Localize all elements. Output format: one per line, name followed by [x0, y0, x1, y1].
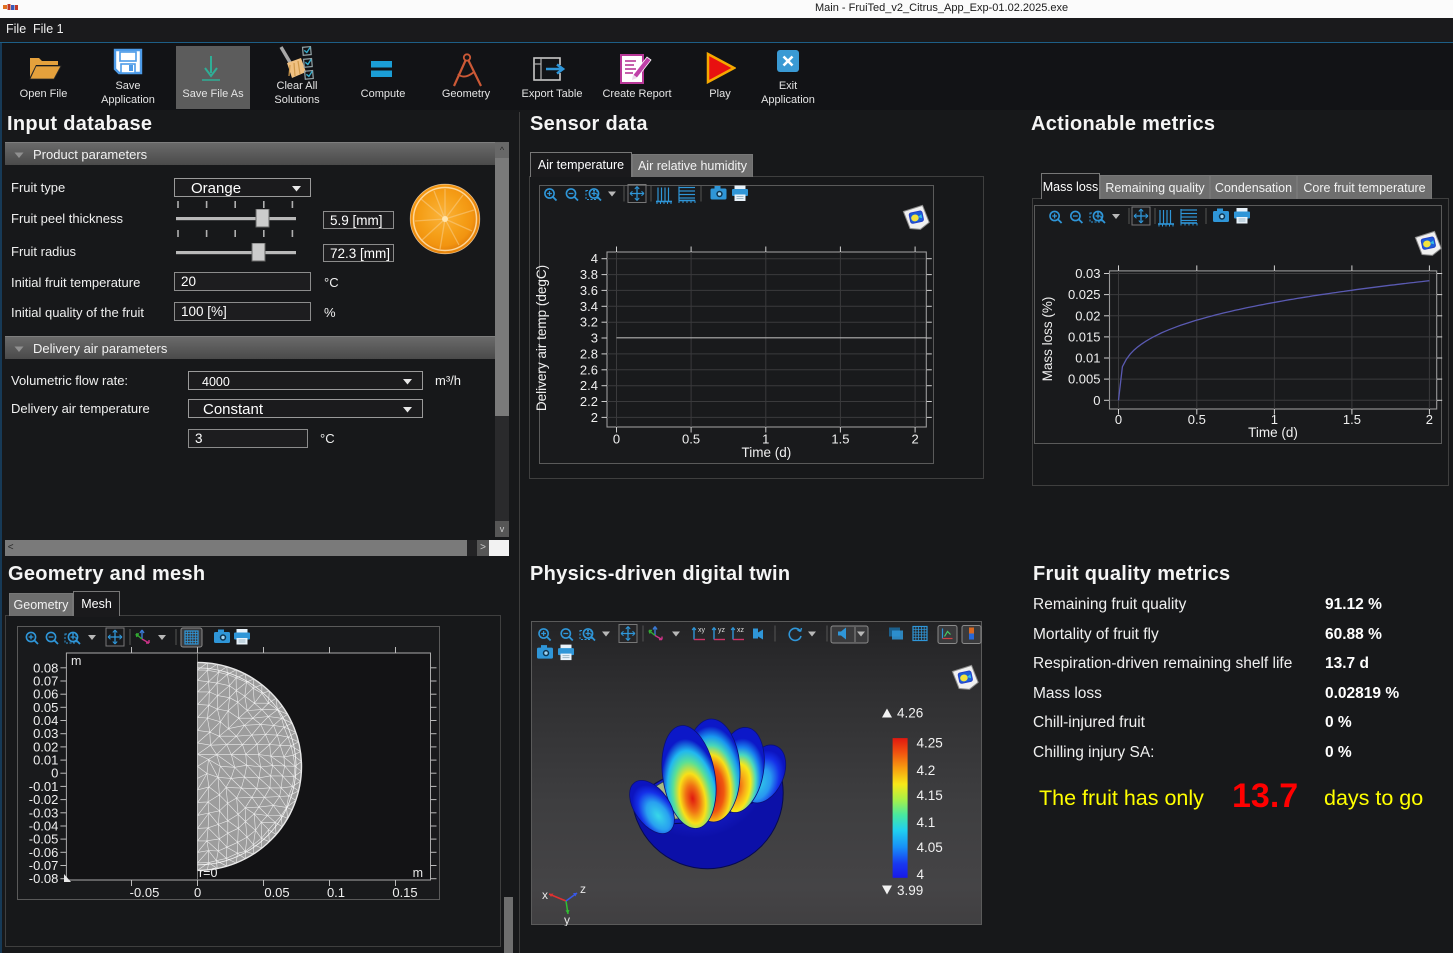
- svg-text:0.01: 0.01: [1075, 351, 1100, 366]
- svg-text:2: 2: [591, 410, 598, 425]
- svg-text:m: m: [71, 654, 81, 668]
- svg-text:x: x: [542, 888, 548, 902]
- svg-text:0.025: 0.025: [1068, 287, 1101, 302]
- svg-text:4.26: 4.26: [897, 706, 923, 721]
- svg-text:3: 3: [591, 331, 598, 346]
- svg-text:3.99: 3.99: [897, 883, 923, 898]
- svg-text:2.4: 2.4: [580, 378, 598, 393]
- svg-text:0.015: 0.015: [1068, 329, 1101, 344]
- svg-text:2: 2: [911, 432, 918, 447]
- svg-text:2.2: 2.2: [580, 394, 598, 409]
- svg-text:0: 0: [194, 885, 201, 900]
- svg-text:0.03: 0.03: [1075, 266, 1100, 281]
- svg-text:z: z: [580, 882, 586, 896]
- svg-text:2.8: 2.8: [580, 346, 598, 361]
- svg-text:0.15: 0.15: [392, 885, 417, 900]
- svg-text:3.2: 3.2: [580, 315, 598, 330]
- svg-text:1.5: 1.5: [831, 432, 849, 447]
- svg-text:xy: xy: [698, 627, 706, 634]
- svg-text:yz: yz: [718, 627, 726, 634]
- svg-text:0.1: 0.1: [327, 885, 345, 900]
- svg-text:2.6: 2.6: [580, 362, 598, 377]
- svg-text:0.5: 0.5: [682, 432, 700, 447]
- svg-text:-0.08: -0.08: [29, 871, 59, 886]
- svg-text:4.15: 4.15: [917, 788, 943, 803]
- svg-text:4.2: 4.2: [917, 763, 936, 778]
- svg-text:y: y: [564, 913, 570, 926]
- svg-text:xz: xz: [737, 627, 745, 634]
- svg-text:0.02: 0.02: [1075, 308, 1100, 323]
- svg-text:3.6: 3.6: [580, 283, 598, 298]
- svg-text:Mass loss (%): Mass loss (%): [1040, 297, 1055, 382]
- svg-text:3.8: 3.8: [580, 267, 598, 282]
- svg-text:0.005: 0.005: [1068, 372, 1101, 387]
- svg-text:0.05: 0.05: [264, 885, 289, 900]
- svg-text:4: 4: [917, 867, 925, 882]
- svg-text:Time (d): Time (d): [1248, 425, 1298, 440]
- svg-text:4.1: 4.1: [917, 815, 936, 830]
- svg-text:2: 2: [1426, 412, 1433, 427]
- svg-text:Time (d): Time (d): [742, 445, 792, 460]
- svg-text:4.05: 4.05: [917, 840, 943, 855]
- svg-text:0.5: 0.5: [1188, 412, 1206, 427]
- svg-text:0: 0: [1093, 393, 1100, 408]
- svg-text:4.25: 4.25: [917, 735, 943, 750]
- svg-text:0: 0: [613, 432, 620, 447]
- svg-text:3.4: 3.4: [580, 299, 598, 314]
- svg-text:r=0: r=0: [199, 866, 217, 880]
- svg-text:4: 4: [591, 251, 598, 266]
- svg-text:m: m: [413, 866, 423, 880]
- svg-text:1.5: 1.5: [1343, 412, 1361, 427]
- svg-text:Delivery air temp (degC): Delivery air temp (degC): [534, 265, 549, 411]
- svg-text:0: 0: [1115, 412, 1122, 427]
- svg-text:-0.05: -0.05: [130, 885, 160, 900]
